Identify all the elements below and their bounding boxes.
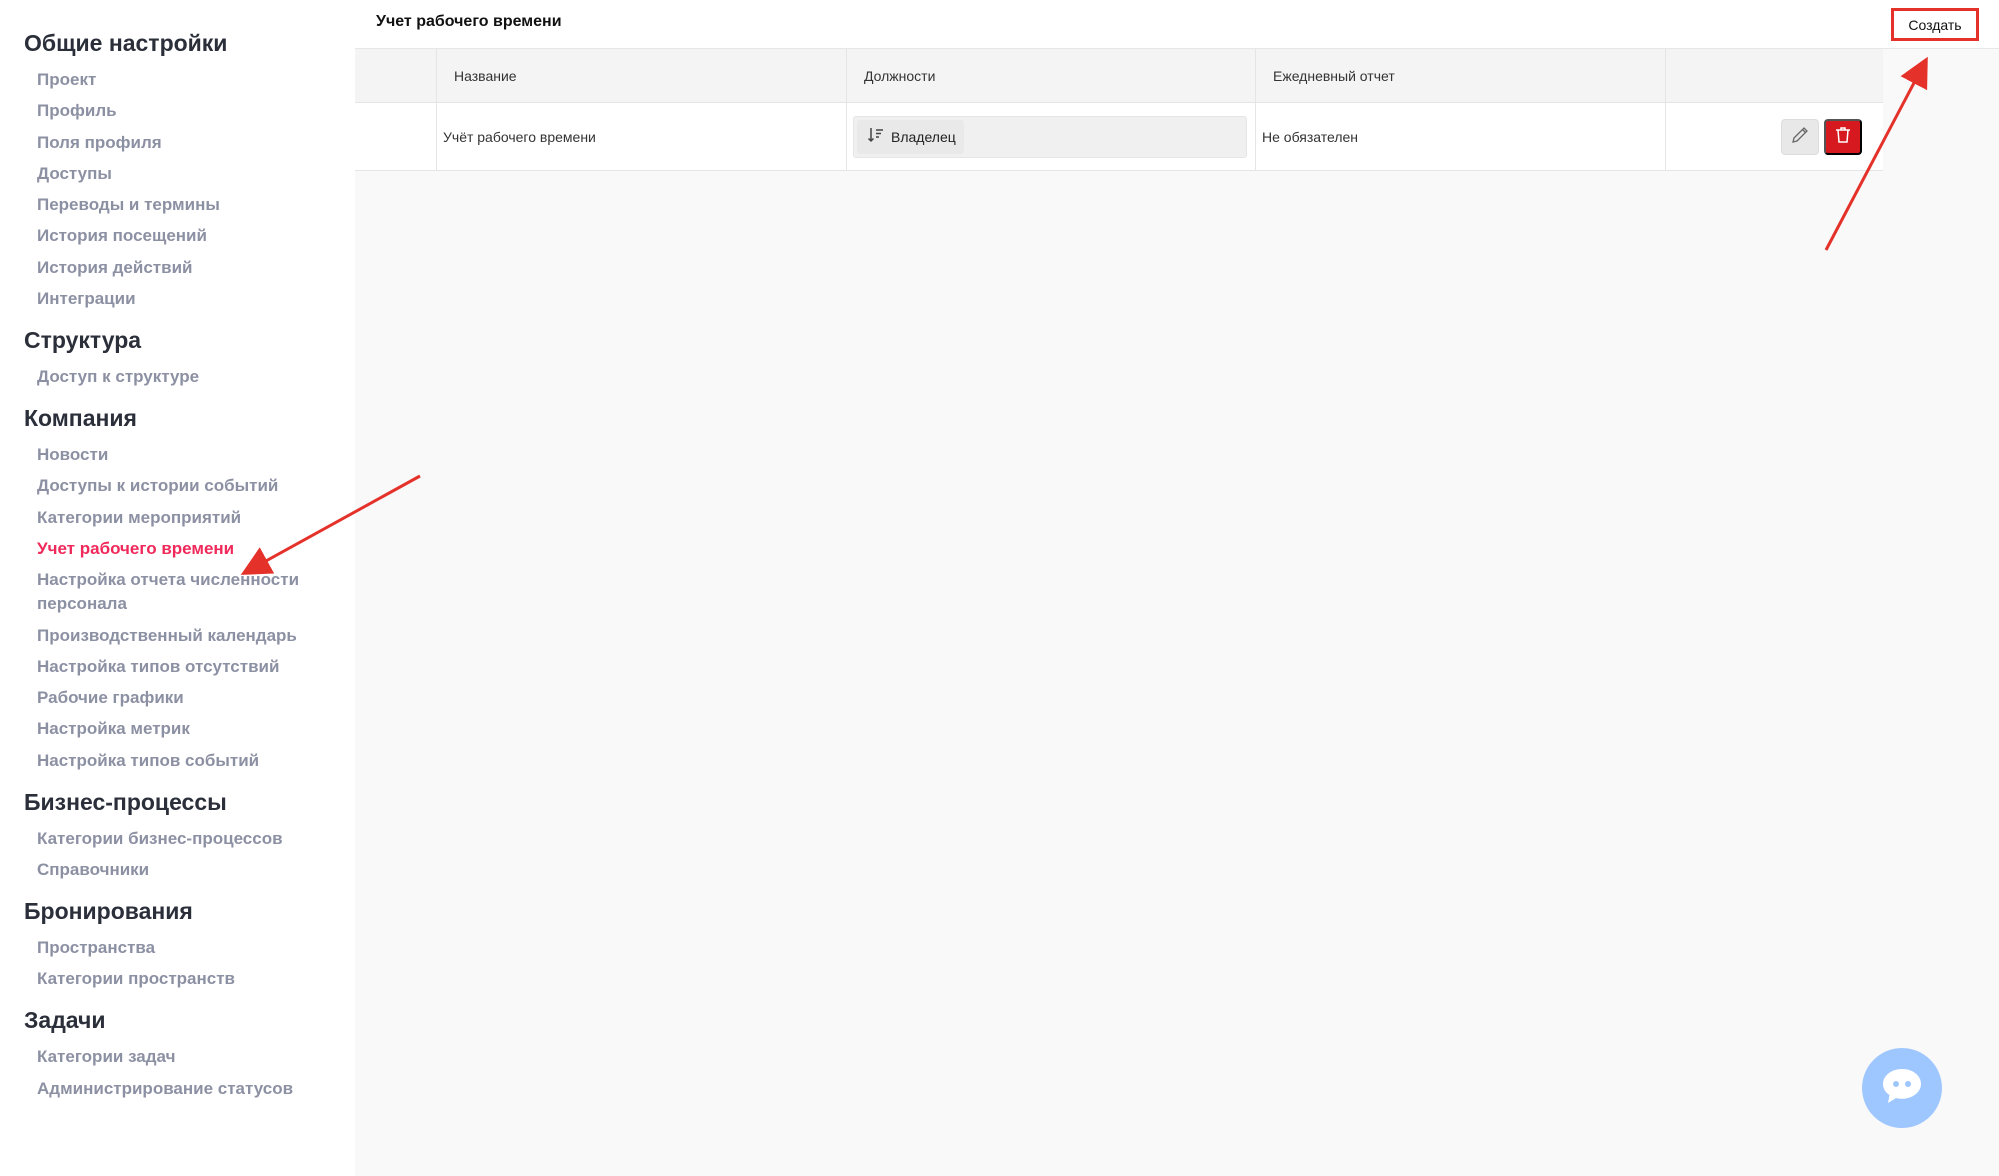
row-cell-name: Учёт рабочего времени	[437, 103, 847, 170]
section-title: Задачи	[24, 1007, 106, 1034]
nav-item-news[interactable]: Новости	[37, 443, 337, 467]
section-structure: Структура Доступ к структуре	[24, 325, 355, 389]
page-title: Учет рабочего времени	[376, 13, 562, 30]
delete-button[interactable]	[1824, 118, 1862, 155]
nav-item-work-schedules[interactable]: Рабочие графики	[37, 686, 337, 710]
create-button[interactable]: Создать	[1891, 8, 1979, 41]
section-title: Общие настройки	[24, 30, 228, 56]
pencil-icon	[1790, 125, 1810, 148]
nav-item-event-types[interactable]: Настройка типов событий	[37, 749, 337, 773]
nav-item-production-calendar[interactable]: Производственный календарь	[37, 624, 337, 648]
row-cell-blank	[355, 103, 437, 170]
section-bookings: Бронирования Пространства Категории прос…	[24, 896, 355, 991]
nav-item-action-history[interactable]: История действий	[37, 256, 337, 280]
nav-item-event-categories[interactable]: Категории мероприятий	[37, 506, 337, 530]
row-cell-positions: Владелец	[847, 103, 1256, 170]
nav-item-spaces[interactable]: Пространства	[37, 936, 337, 960]
nav-item-integrations[interactable]: Интеграции	[37, 287, 337, 311]
section-tasks: Задачи Категории задач Администрирование…	[24, 1005, 355, 1100]
header-cell-name[interactable]: Название	[437, 49, 847, 102]
main-content: Учет рабочего времени Создать Название Д…	[355, 0, 1999, 1176]
nav-item-task-categories[interactable]: Категории задач	[37, 1045, 337, 1069]
nav-item-project[interactable]: Проект	[37, 68, 337, 92]
nav-item-absence-types[interactable]: Настройка типов отсутствий	[37, 655, 337, 679]
settings-sidebar: Общие настройки Проект Профиль Поля проф…	[0, 0, 355, 1176]
nav-item-translations[interactable]: Переводы и термины	[37, 193, 337, 217]
nav-item-metrics[interactable]: Настройка метрик	[37, 717, 337, 741]
table-header-row: Название Должности Ежедневный отчет	[355, 49, 1883, 103]
header-cell-daily-report[interactable]: Ежедневный отчет	[1256, 49, 1666, 102]
nav-item-space-categories[interactable]: Категории пространств	[37, 967, 337, 991]
section-title: Бизнес-процессы	[24, 788, 227, 815]
row-cell-actions	[1666, 103, 1883, 170]
nav-item-profile-fields[interactable]: Поля профиля	[37, 131, 337, 155]
nav-item-bp-categories[interactable]: Категории бизнес-процессов	[37, 827, 337, 851]
positions-field[interactable]: Владелец	[853, 115, 1247, 158]
row-cell-daily-report: Не обязателен	[1256, 103, 1666, 170]
section-company: Компания Новости Доступы к истории событ…	[24, 403, 355, 773]
header-cell-actions	[1666, 49, 1883, 102]
header-cell-positions[interactable]: Должности	[847, 49, 1256, 102]
edit-button[interactable]	[1781, 118, 1819, 155]
time-tracking-table: Название Должности Ежедневный отчет Учёт…	[355, 49, 1883, 171]
table-row: Учёт рабочего времени Владелец Не обязат…	[355, 103, 1883, 171]
section-business-processes: Бизнес-процессы Категории бизнес-процесс…	[24, 787, 355, 882]
trash-icon	[1833, 125, 1853, 148]
section-general: Общие настройки Проект Профиль Поля проф…	[24, 28, 355, 311]
nav-item-dictionaries[interactable]: Справочники	[37, 858, 337, 882]
header-cell-blank	[355, 49, 437, 102]
nav-item-access[interactable]: Доступы	[37, 162, 337, 186]
sort-descending-icon	[867, 126, 885, 147]
nav-item-event-history-access[interactable]: Доступы к истории событий	[37, 474, 337, 498]
position-tag-label: Владелец	[891, 128, 956, 145]
nav-item-visit-history[interactable]: История посещений	[37, 224, 337, 248]
nav-item-structure-access[interactable]: Доступ к структуре	[37, 365, 337, 389]
nav-item-time-tracking[interactable]: Учет рабочего времени	[37, 537, 337, 561]
nav-item-headcount-report[interactable]: Настройка отчета численности персонала	[37, 568, 337, 616]
chat-button[interactable]	[1862, 1048, 1942, 1128]
nav-item-status-admin[interactable]: Администрирование статусов	[37, 1077, 337, 1101]
page-header: Учет рабочего времени Создать	[355, 0, 1999, 49]
chat-bubble-icon	[1880, 1066, 1924, 1111]
section-title: Компания	[24, 405, 137, 432]
nav-item-profile[interactable]: Профиль	[37, 99, 337, 123]
position-tag[interactable]: Владелец	[857, 119, 964, 154]
section-title: Структура	[24, 327, 142, 354]
section-title: Бронирования	[24, 898, 193, 925]
